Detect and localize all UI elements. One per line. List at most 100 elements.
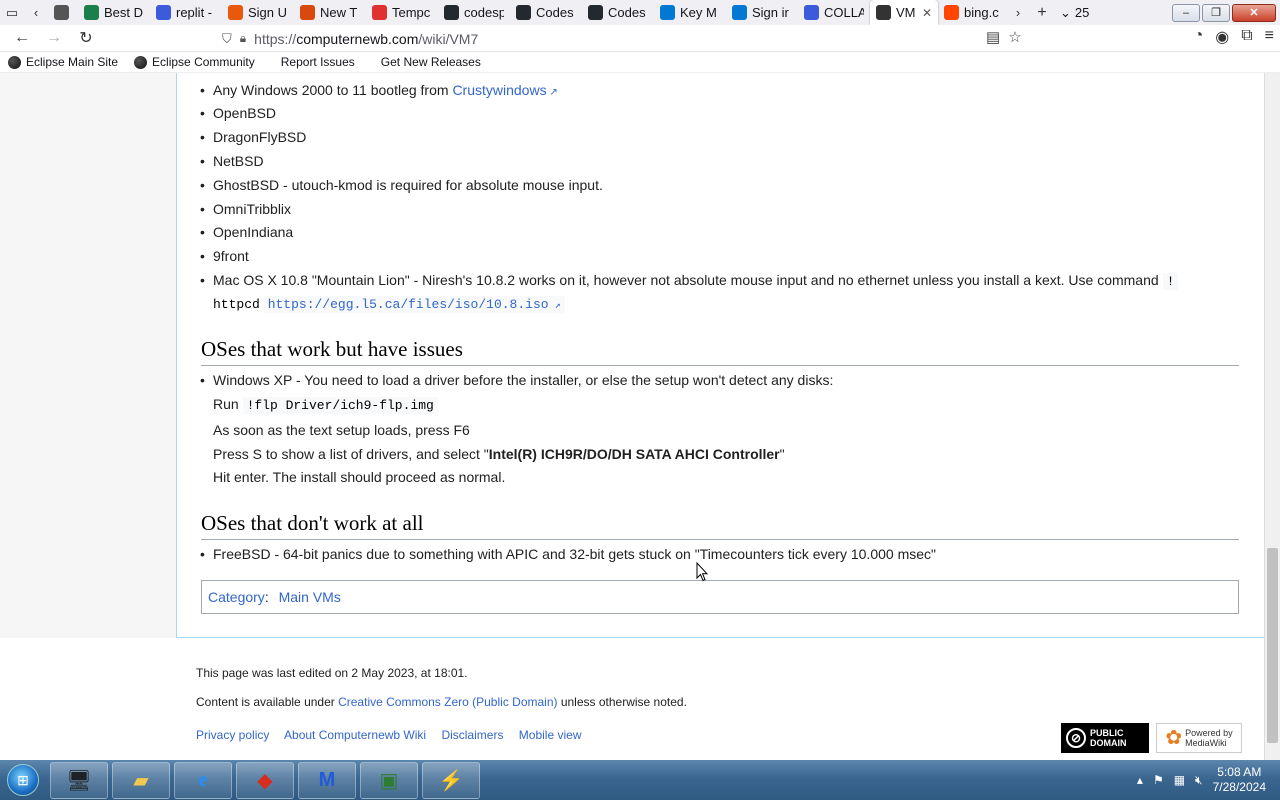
about-link[interactable]: About Computernewb Wiki xyxy=(284,728,426,742)
tab-title: Key M xyxy=(680,5,717,20)
list-item: OmniTribblix xyxy=(200,199,291,219)
tab-title: Tempc xyxy=(392,5,431,20)
reader-view-icon[interactable]: ▤ xyxy=(986,28,1000,46)
browser-tab[interactable]: codesp xyxy=(438,0,510,25)
action-center-flag-icon[interactable]: ⚑ xyxy=(1153,773,1164,787)
footer-links: Privacy policy About Computernewb Wiki D… xyxy=(196,728,594,742)
browser-tab[interactable]: Tempc xyxy=(366,0,438,25)
close-window-button[interactable]: ✕ xyxy=(1232,3,1276,22)
browser-tab[interactable]: Codes xyxy=(582,0,654,25)
mediawiki-badge[interactable]: ✿ Powered by MediaWiki xyxy=(1156,723,1242,753)
forward-icon[interactable]: → xyxy=(38,25,70,52)
fox-mask-icon xyxy=(300,5,315,20)
minimize-button[interactable]: – xyxy=(1172,3,1200,22)
close-tab-icon[interactable]: ✕ xyxy=(922,6,932,20)
new-tab-icon[interactable]: + xyxy=(1030,0,1054,25)
address-bar[interactable]: ⛉ 🔒︎ https://computernewb.com/wiki/VM7 xyxy=(216,27,1036,50)
search-icon xyxy=(804,5,819,20)
browser-tab[interactable]: Key M xyxy=(654,0,726,25)
browser-tab[interactable]: VM ✕ xyxy=(870,0,938,25)
clock-time: 5:08 AM xyxy=(1217,765,1262,779)
browser-tab[interactable]: Codes xyxy=(510,0,582,25)
taskbar-monitor-app[interactable]: ▣ xyxy=(360,761,418,799)
tab-title: COLLA xyxy=(824,5,864,20)
extensions-icon[interactable]: ⧉ xyxy=(1241,27,1252,47)
taskbar-server-manager[interactable]: 🖥︎ xyxy=(50,761,108,799)
circle-app-icon xyxy=(84,5,99,20)
url-path: /wiki/VM7 xyxy=(418,30,479,47)
xp-driver-line: Press S to show a list of drivers, and s… xyxy=(213,444,785,464)
network-icon[interactable]: ▦ xyxy=(1174,773,1185,787)
tab-list-icon[interactable]: ▭ xyxy=(0,0,24,25)
taskbar-app-red[interactable]: ◆ xyxy=(236,761,294,799)
xp-driver-name: Intel(R) ICH9R/DO/DH SATA AHCI Controlle… xyxy=(488,446,780,462)
browser-tab[interactable]: Sign U xyxy=(222,0,294,25)
taskbar-malwarebytes[interactable]: M xyxy=(298,761,356,799)
menu-icon[interactable]: ≡ xyxy=(1265,27,1274,47)
clock[interactable]: 5:08 AM 7/28/2024 xyxy=(1213,765,1266,795)
list-item: GhostBSD - utouch-kmod is required for a… xyxy=(200,175,603,195)
scroll-tabs-right-icon[interactable]: › xyxy=(1006,0,1030,25)
xp-run-line: Run !flp Driver/ich9-flp.img xyxy=(213,394,438,416)
iso-link[interactable]: https://egg.l5.ca/files/iso/10.8.iso xyxy=(263,296,565,313)
browser-tab[interactable]: ul xyxy=(48,0,78,25)
bookmark-star-icon[interactable]: ☆ xyxy=(1008,28,1021,46)
server-icon: 🖥︎ xyxy=(66,769,92,792)
scroll-tabs-left-icon[interactable]: ‹ xyxy=(24,0,48,25)
back-icon[interactable]: ← xyxy=(6,25,38,52)
bookmark-report-issues[interactable]: Report Issues xyxy=(263,55,363,69)
macos-code-httpcd: httpcd xyxy=(213,297,260,312)
browser-tab[interactable]: Sign ir xyxy=(726,0,798,25)
browser-tab[interactable]: Best D xyxy=(78,0,150,25)
list-item: OpenBSD xyxy=(200,103,276,123)
bookmark-eclipse-main[interactable]: Eclipse Main Site xyxy=(0,55,126,69)
volume-muted-icon[interactable]: 🔇︎ xyxy=(1195,773,1203,788)
browser-tab[interactable]: bing.c xyxy=(938,0,1006,25)
public-domain-label: PUBLIC DOMAIN xyxy=(1090,728,1127,748)
system-tray: ▴ ⚑ ▦ 🔇︎ 5:08 AM 7/28/2024 xyxy=(1137,765,1280,795)
taskbar-explorer[interactable]: ▰ xyxy=(112,761,170,799)
public-domain-badge[interactable]: ⊘ PUBLIC DOMAIN xyxy=(1061,723,1149,753)
bookmark-eclipse-community[interactable]: Eclipse Community xyxy=(126,55,263,69)
taskbar-ie[interactable]: e xyxy=(174,761,232,799)
tab-count[interactable]: ⌄ 25 xyxy=(1054,0,1095,25)
shield-icon[interactable]: ⛉ xyxy=(222,31,232,47)
page-scrollbar[interactable] xyxy=(1264,73,1280,760)
license-pre: Content is available under xyxy=(196,695,339,709)
reddit-icon xyxy=(944,5,959,20)
bookmark-label: Report Issues xyxy=(280,55,355,69)
list-item: Any Windows 2000 to 11 bootleg from Crus… xyxy=(200,80,558,103)
category-label-link[interactable]: Category xyxy=(208,589,265,605)
mobile-view-link[interactable]: Mobile view xyxy=(519,728,582,742)
browser-tab[interactable]: replit - xyxy=(150,0,222,25)
url-text[interactable]: https://computernewb.com/wiki/VM7 xyxy=(254,31,478,47)
browser-tab[interactable]: COLLA xyxy=(798,0,870,25)
bookmark-label: Eclipse Main Site xyxy=(26,55,119,69)
list-item-freebsd: FreeBSD - 64-bit panics due to something… xyxy=(200,544,936,564)
crustywindows-link[interactable]: Crustywindows xyxy=(452,82,557,98)
github-icon xyxy=(516,5,531,20)
clock-date: 7/28/2024 xyxy=(1212,780,1266,794)
lock-icon[interactable]: 🔒︎ xyxy=(240,31,246,46)
taskbar-activity-app[interactable]: ⚡ xyxy=(422,761,480,799)
privacy-policy-link[interactable]: Privacy policy xyxy=(196,728,269,742)
browser-tab[interactable]: New T xyxy=(294,0,366,25)
scrollbar-thumb[interactable] xyxy=(1267,548,1278,743)
internet-explorer-icon: e xyxy=(198,768,208,791)
start-button[interactable]: ⊞ xyxy=(0,760,46,800)
category-main-vms-link[interactable]: Main VMs xyxy=(279,589,341,605)
tray-expand-icon[interactable]: ▴ xyxy=(1137,773,1143,787)
article-content: Any Windows 2000 to 11 bootleg from Crus… xyxy=(176,73,1264,638)
timer-icon[interactable]: ◔ xyxy=(1194,27,1204,47)
tab-title: Codes xyxy=(536,5,574,20)
restore-button[interactable]: ❐ xyxy=(1202,3,1230,22)
bookmark-new-releases[interactable]: Get New Releases xyxy=(363,55,489,69)
license-link[interactable]: Creative Commons Zero (Public Domain) xyxy=(338,695,557,709)
red-shield-icon: ◆ xyxy=(257,769,273,792)
malwarebytes-icon: M xyxy=(318,768,336,791)
disclaimers-link[interactable]: Disclaimers xyxy=(441,728,503,742)
tab-title: Codes xyxy=(608,5,646,20)
reload-icon[interactable]: ↻ xyxy=(70,25,102,52)
account-icon[interactable]: ◉ xyxy=(1215,27,1229,47)
tab-title: Best D xyxy=(104,5,144,20)
